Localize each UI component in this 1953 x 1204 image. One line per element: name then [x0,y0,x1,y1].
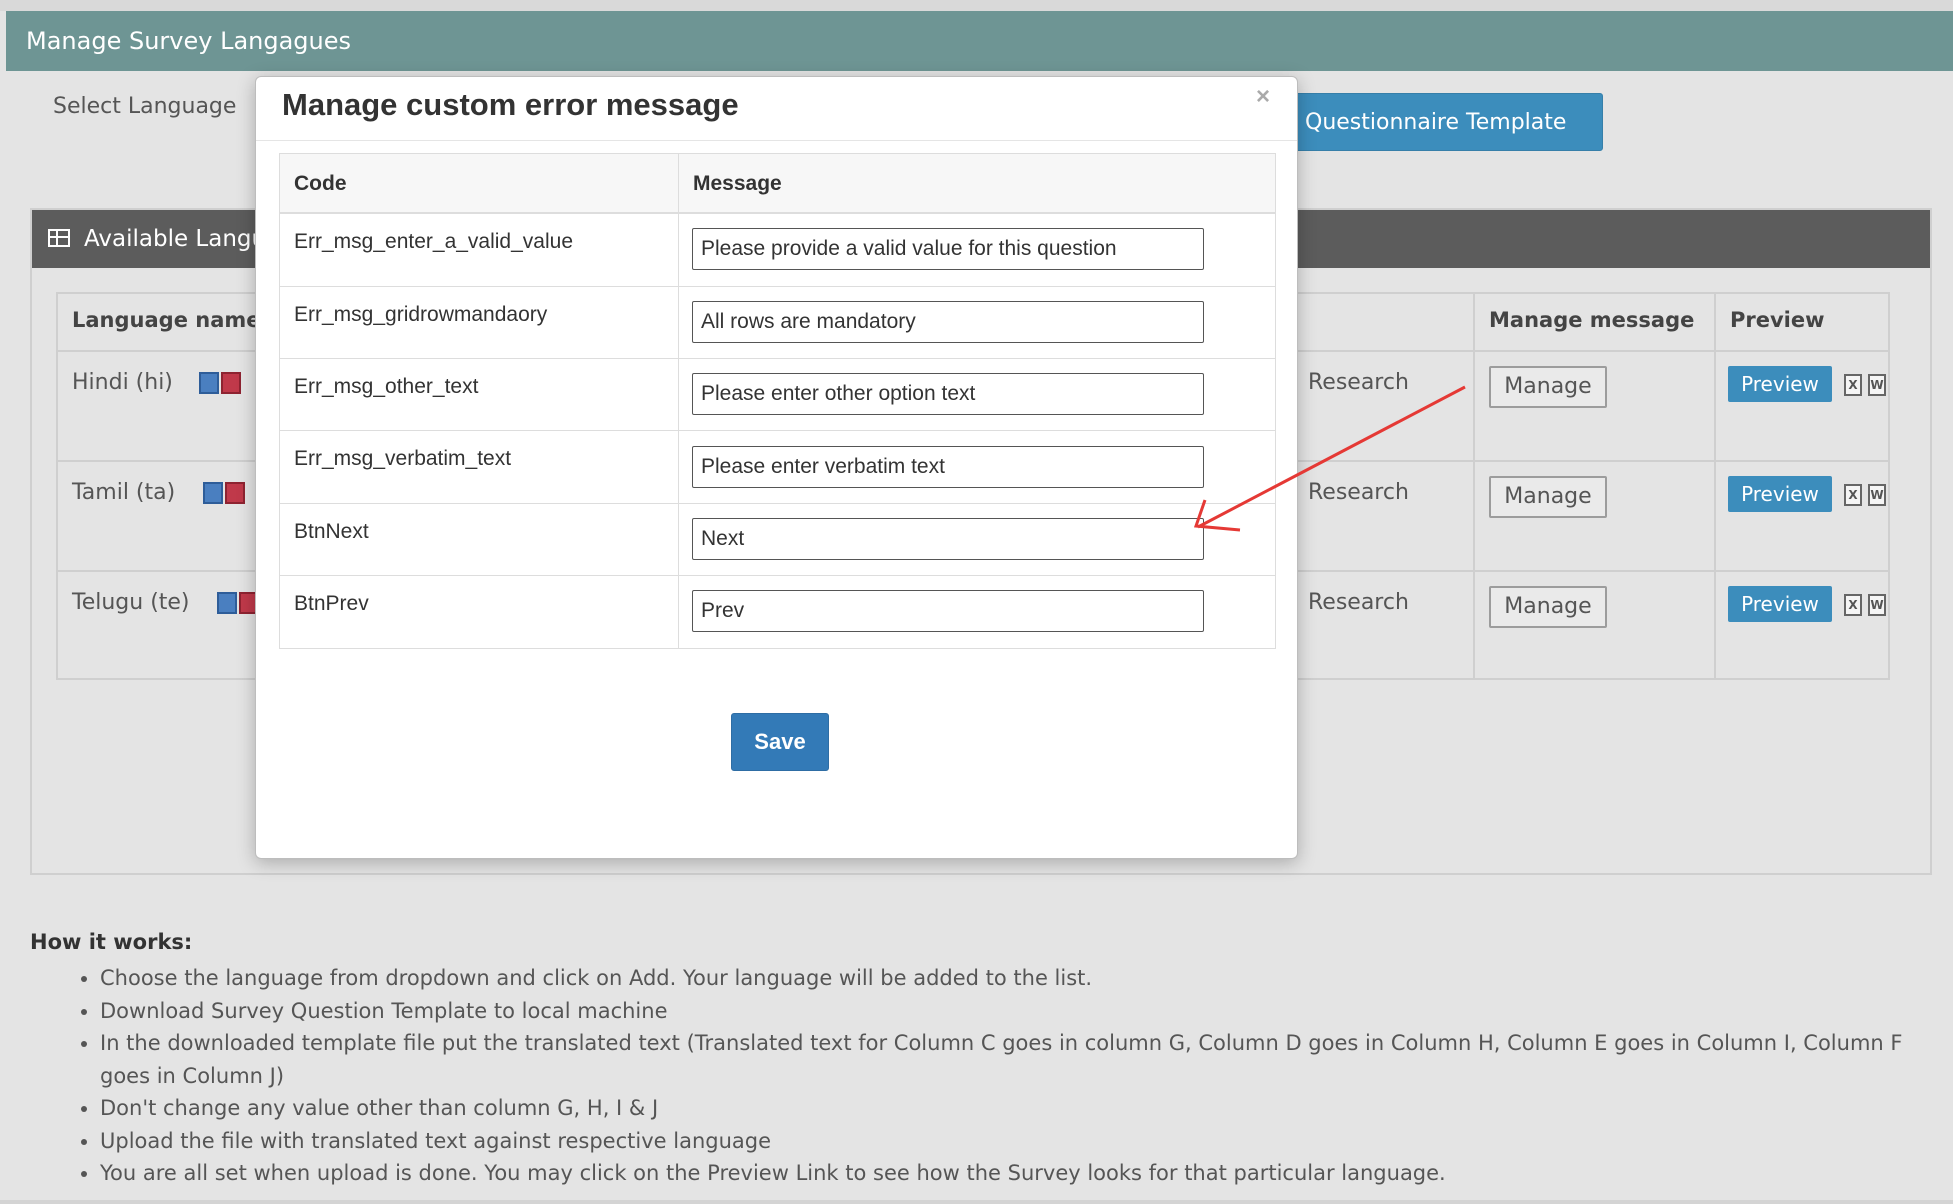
language-name: Tamil (ta) [72,480,176,505]
error-message-modal: Manage custom error message × Code Messa… [255,76,1298,859]
page-title: Manage Survey Langagues [26,27,352,55]
copy-icon[interactable] [217,592,237,614]
how-it-works-list: Choose the language from dropdown and cl… [100,962,1930,1190]
pdf-icon[interactable] [221,372,241,394]
language-name: Telugu (te) [72,590,190,615]
page-header: Manage Survey Langagues [6,11,1953,71]
export-icons [203,480,251,506]
manage-button[interactable]: Manage [1489,586,1607,628]
column-message: Message [693,172,782,195]
word-icon[interactable]: W [1868,374,1886,396]
table-row: Err_msg_enter_a_valid_value [280,214,1275,287]
column-language-name: Language name [72,308,261,332]
pdf-icon[interactable] [225,482,245,504]
error-code: BtnPrev [294,592,369,615]
export-icons [199,370,247,396]
error-code: Err_msg_gridrowmandaory [294,303,548,326]
excel-icon[interactable]: X [1844,484,1862,506]
table-row: Err_msg_other_text [280,359,1275,431]
list-item: Choose the language from dropdown and cl… [100,962,1930,995]
error-message-input[interactable] [692,446,1204,488]
preview-button[interactable]: Preview [1728,476,1832,512]
bottom-strip [0,1200,1953,1204]
column-preview: Preview [1730,308,1825,332]
error-messages-table: Code Message Err_msg_enter_a_valid_value… [279,153,1276,649]
grid-icon [48,229,70,247]
error-code: Err_msg_verbatim_text [294,447,512,470]
select-language-label: Select Language [53,94,237,119]
error-message-input[interactable] [692,518,1204,560]
excel-icon[interactable]: X [1844,374,1862,396]
table-row: Err_msg_gridrowmandaory [280,287,1275,359]
list-item: Don't change any value other than column… [100,1092,1930,1125]
close-icon[interactable]: × [1256,83,1270,111]
error-message-input[interactable] [692,228,1204,270]
word-icon[interactable]: W [1868,594,1886,616]
error-code: Err_msg_other_text [294,375,479,398]
save-button[interactable]: Save [731,713,829,771]
list-item: You are all set when upload is done. You… [100,1157,1930,1190]
language-name: Hindi (hi) [72,370,173,395]
list-item: Download Survey Question Template to loc… [100,995,1930,1028]
error-code: BtnNext [294,520,369,543]
error-message-input[interactable] [692,301,1204,343]
copy-icon[interactable] [199,372,219,394]
error-code: Err_msg_enter_a_valid_value [294,230,573,253]
excel-icon[interactable]: X [1844,594,1862,616]
column-code: Code [294,172,347,195]
list-item: Upload the file with translated text aga… [100,1125,1930,1158]
language-source: Research [1308,480,1409,505]
word-icon[interactable]: W [1868,484,1886,506]
top-strip [0,0,1953,11]
table-row: BtnPrev [280,576,1275,648]
language-source: Research [1308,590,1409,615]
manage-button[interactable]: Manage [1489,366,1607,408]
table-header: Code Message [280,154,1275,214]
copy-icon[interactable] [203,482,223,504]
page: Manage Survey Langagues Select Language … [0,0,1953,1204]
modal-divider [256,140,1297,141]
preview-button[interactable]: Preview [1728,366,1832,402]
how-it-works-title: How it works: [30,930,193,954]
preview-button[interactable]: Preview [1728,586,1832,622]
manage-button[interactable]: Manage [1489,476,1607,518]
error-message-input[interactable] [692,590,1204,632]
column-manage-message: Manage message [1489,308,1695,332]
list-item: In the downloaded template file put the … [100,1027,1930,1092]
table-row: Err_msg_verbatim_text [280,431,1275,504]
panel-title: Available Langu [84,226,267,252]
error-message-input[interactable] [692,373,1204,415]
modal-title: Manage custom error message [282,87,739,122]
table-row: BtnNext [280,504,1275,576]
language-source: Research [1308,370,1409,395]
